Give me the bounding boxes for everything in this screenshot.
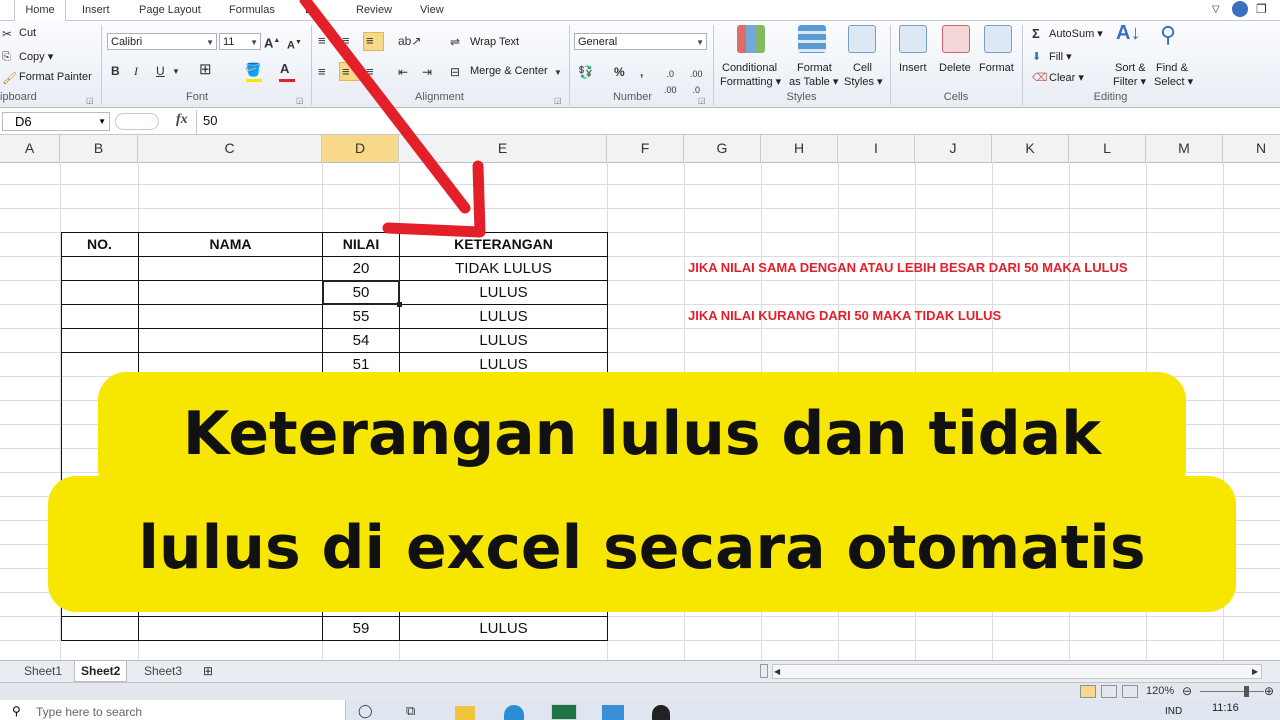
cortana-icon[interactable]: ◯ (358, 703, 373, 719)
banner-title-line-2: lulus di excel secara otomatis (138, 513, 1146, 583)
insert-sheet-icon[interactable]: ⊞ (203, 663, 213, 679)
normal-view-icon[interactable] (1080, 685, 1096, 698)
title-banner: Keterangan lulus dan tidak lulus di exce… (48, 372, 1236, 612)
sheet-tab-2[interactable]: Sheet2 (74, 661, 128, 682)
zoom-level[interactable]: 120% (1146, 685, 1174, 697)
taskbar-search-placeholder: Type here to search (36, 705, 143, 719)
sheet-tab-3[interactable]: Sheet3 (138, 661, 188, 681)
language-indicator[interactable]: IND (1165, 706, 1182, 717)
scroll-left-icon[interactable]: ◀ (774, 664, 780, 680)
scroll-right-icon[interactable]: ▶ (1252, 664, 1258, 680)
excel-app-icon[interactable] (551, 704, 577, 720)
horizontal-scrollbar[interactable] (772, 664, 1262, 679)
page-layout-view-icon[interactable] (1101, 685, 1117, 698)
search-icon: ⚲ (12, 704, 21, 718)
page-break-view-icon[interactable] (1122, 685, 1138, 698)
zoom-in-icon[interactable]: ⊕ (1264, 683, 1274, 699)
app-icon[interactable] (652, 705, 670, 720)
sheet-tabs-bar: Sheet1 Sheet2 Sheet3 ⊞ ◀ ▶ (0, 660, 1280, 683)
edge-browser-icon[interactable] (504, 705, 524, 720)
sheet-tab-1[interactable]: Sheet1 (18, 661, 68, 681)
red-arrow-annotation (299, 0, 486, 238)
taskbar: ⚲ Type here to search ◯ ⧉ IND 11:16 (0, 700, 1280, 720)
tab-split-handle[interactable] (760, 664, 768, 678)
zoom-out-icon[interactable]: ⊖ (1182, 683, 1192, 699)
zoom-slider[interactable] (1200, 691, 1264, 692)
task-view-icon[interactable]: ⧉ (406, 703, 415, 719)
banner-title-line-1: Keterangan lulus dan tidak (182, 399, 1102, 469)
app-window-icon[interactable] (602, 705, 624, 720)
zoom-slider-thumb[interactable] (1244, 686, 1249, 697)
taskbar-search-box[interactable]: ⚲ Type here to search (0, 700, 346, 720)
status-bar: 120% ⊖ ⊕ (0, 682, 1280, 701)
clock[interactable]: 11:16 (1212, 702, 1239, 714)
file-explorer-icon[interactable] (455, 706, 475, 720)
